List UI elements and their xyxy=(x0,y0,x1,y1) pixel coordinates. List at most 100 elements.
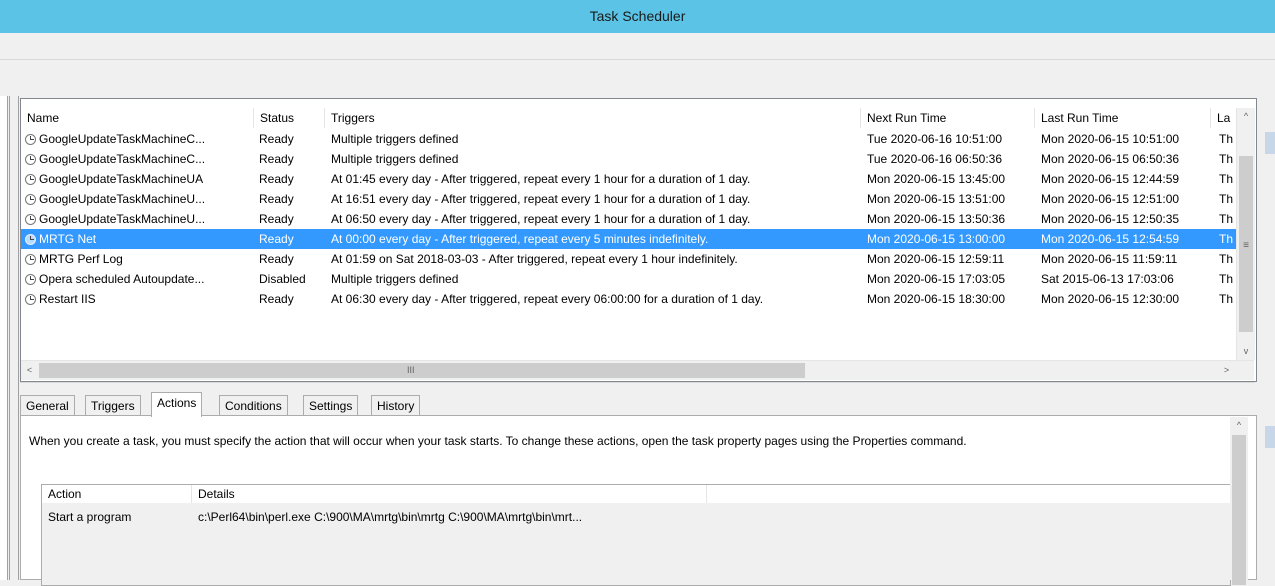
task-triggers: Multiple triggers defined xyxy=(331,132,459,146)
task-triggers: At 00:00 every day - After triggered, re… xyxy=(331,232,709,246)
task-next-run-time: Mon 2020-06-15 18:30:00 xyxy=(867,292,1006,306)
task-list: Name Status Triggers Next Run Time Last … xyxy=(20,98,1257,382)
task-triggers: At 06:50 every day - After triggered, re… xyxy=(331,212,751,226)
task-name: Restart IIS xyxy=(25,289,253,309)
task-name: GoogleUpdateTaskMachineUA xyxy=(25,169,253,189)
task-row[interactable]: MRTG Net Ready At 00:00 every day - After … xyxy=(21,229,1236,249)
task-name: GoogleUpdateTaskMachineU... xyxy=(25,189,253,209)
task-triggers: Multiple triggers defined xyxy=(331,272,459,286)
task-row[interactable]: Opera scheduled Autoupdate... Disabled Mul… xyxy=(21,269,1236,289)
task-row[interactable]: Restart IIS Ready At 06:30 every day - Aft… xyxy=(21,289,1236,309)
toolbar xyxy=(0,60,1275,96)
task-last-run-result: Th xyxy=(1219,132,1234,146)
menu-bar xyxy=(0,33,1275,60)
task-last-run-result: Th xyxy=(1219,272,1234,286)
column-header-action[interactable]: Action xyxy=(42,485,192,503)
scroll-grip-icon: ≡ xyxy=(1243,240,1249,251)
task-last-run-time: Mon 2020-06-15 10:51:00 xyxy=(1041,132,1180,146)
task-status: Ready xyxy=(259,172,294,186)
task-status: Ready xyxy=(259,152,294,166)
task-last-run-result: Th xyxy=(1219,152,1234,166)
task-name-text: GoogleUpdateTaskMachineC... xyxy=(39,132,206,146)
tab-history[interactable]: History xyxy=(371,395,421,416)
task-name-text: GoogleUpdateTaskMachineU... xyxy=(39,212,206,226)
clock-icon xyxy=(25,234,36,245)
task-row[interactable]: GoogleUpdateTaskMachineUA Ready At 01:45 e… xyxy=(21,169,1236,189)
task-next-run-time: Mon 2020-06-15 13:00:00 xyxy=(867,232,1006,246)
task-name: MRTG Net xyxy=(25,229,253,249)
task-last-run-time: Mon 2020-06-15 12:30:00 xyxy=(1041,292,1180,306)
task-next-run-time: Tue 2020-06-16 06:50:36 xyxy=(867,152,1002,166)
actions-table-row[interactable]: Start a program c:\Perl64\bin\perl.exe C… xyxy=(42,507,1230,527)
scroll-up-arrow-icon[interactable]: ^ xyxy=(1237,108,1255,125)
column-header-last-run-result[interactable]: La xyxy=(1211,108,1236,128)
column-header-status[interactable]: Status xyxy=(254,108,325,128)
scroll-left-arrow-icon[interactable]: < xyxy=(21,361,38,380)
task-triggers: At 01:45 every day - After triggered, re… xyxy=(331,172,751,186)
task-name-text: MRTG Perf Log xyxy=(39,252,123,266)
task-row[interactable]: GoogleUpdateTaskMachineU... Ready At 16:51… xyxy=(21,189,1236,209)
task-row[interactable]: MRTG Perf Log Ready At 01:59 on Sat 2018-0… xyxy=(21,249,1236,269)
task-last-run-result: Th xyxy=(1219,212,1234,226)
task-status: Ready xyxy=(259,212,294,226)
task-last-run-result: Th xyxy=(1219,172,1234,186)
task-name-text: Opera scheduled Autoupdate... xyxy=(39,272,205,286)
tab-triggers[interactable]: Triggers xyxy=(85,395,141,416)
task-row[interactable]: GoogleUpdateTaskMachineU... Ready At 06:50… xyxy=(21,209,1236,229)
task-next-run-time: Mon 2020-06-15 12:59:11 xyxy=(867,252,1005,266)
scroll-right-arrow-icon[interactable]: > xyxy=(1218,361,1235,380)
task-triggers: At 16:51 every day - After triggered, re… xyxy=(331,192,751,206)
actions-description: When you create a task, you must specify… xyxy=(29,434,967,448)
details-vertical-scrollbar[interactable]: ^ xyxy=(1230,417,1248,585)
task-last-run-time: Sat 2015-06-13 17:03:06 xyxy=(1041,272,1174,286)
task-name: GoogleUpdateTaskMachineC... xyxy=(25,129,253,149)
clock-icon xyxy=(25,274,36,285)
task-next-run-time: Mon 2020-06-15 13:45:00 xyxy=(867,172,1006,186)
horizontal-scroll-grip-icon: III xyxy=(407,365,415,375)
actions-pane-header[interactable] xyxy=(1265,132,1275,154)
task-triggers: At 01:59 on Sat 2018-03-03 - After trigg… xyxy=(331,252,738,266)
task-last-run-result: Th xyxy=(1219,232,1234,246)
clock-icon xyxy=(25,174,36,185)
task-status: Disabled xyxy=(259,272,306,286)
pane-splitter[interactable] xyxy=(9,96,19,580)
clock-icon xyxy=(25,214,36,225)
column-header-name[interactable]: Name xyxy=(21,108,254,128)
task-next-run-time: Mon 2020-06-15 13:50:36 xyxy=(867,212,1006,226)
task-status: Ready xyxy=(259,292,294,306)
column-header-triggers[interactable]: Triggers xyxy=(325,108,861,128)
left-pane-edge xyxy=(0,96,8,580)
clock-icon xyxy=(25,294,36,305)
tab-conditions[interactable]: Conditions xyxy=(219,395,288,416)
column-header-last-run-time[interactable]: Last Run Time xyxy=(1035,108,1211,128)
details-tabs: General Triggers Actions Conditions Sett… xyxy=(20,392,620,417)
horizontal-scroll-thumb[interactable] xyxy=(39,363,805,378)
column-header-details[interactable]: Details xyxy=(192,485,707,503)
action-type: Start a program xyxy=(48,510,132,524)
task-name-text: GoogleUpdateTaskMachineC... xyxy=(39,152,206,166)
actions-pane-header-selected[interactable] xyxy=(1265,426,1275,448)
task-list-vertical-scrollbar[interactable]: ^ ≡ v xyxy=(1236,108,1255,360)
task-next-run-time: Mon 2020-06-15 17:03:05 xyxy=(867,272,1006,286)
task-status: Ready xyxy=(259,132,294,146)
task-name-text: Restart IIS xyxy=(39,292,96,306)
actions-table: Action Details Start a program c:\Perl64… xyxy=(41,484,1231,586)
tab-settings[interactable]: Settings xyxy=(303,395,359,416)
task-row[interactable]: GoogleUpdateTaskMachineC... Ready Multiple… xyxy=(21,149,1236,169)
task-last-run-time: Mon 2020-06-15 12:54:59 xyxy=(1041,232,1180,246)
task-last-run-time: Mon 2020-06-15 06:50:36 xyxy=(1041,152,1180,166)
tab-general[interactable]: General xyxy=(20,395,75,416)
task-next-run-time: Tue 2020-06-16 10:51:00 xyxy=(867,132,1002,146)
scroll-down-arrow-icon[interactable]: v xyxy=(1237,343,1255,360)
task-status: Ready xyxy=(259,232,294,246)
task-row[interactable]: GoogleUpdateTaskMachineC... Ready Multiple… xyxy=(21,129,1236,149)
scroll-up-arrow-icon[interactable]: ^ xyxy=(1230,417,1248,434)
window-title: Task Scheduler xyxy=(0,0,1275,33)
details-scroll-thumb[interactable] xyxy=(1232,435,1246,585)
task-last-run-result: Th xyxy=(1219,192,1234,206)
column-header-next-run-time[interactable]: Next Run Time xyxy=(861,108,1035,128)
tab-actions[interactable]: Actions xyxy=(151,392,203,417)
task-list-horizontal-scrollbar[interactable]: < III > xyxy=(21,360,1254,380)
task-triggers: At 06:30 every day - After triggered, re… xyxy=(331,292,764,306)
task-last-run-time: Mon 2020-06-15 12:44:59 xyxy=(1041,172,1180,186)
